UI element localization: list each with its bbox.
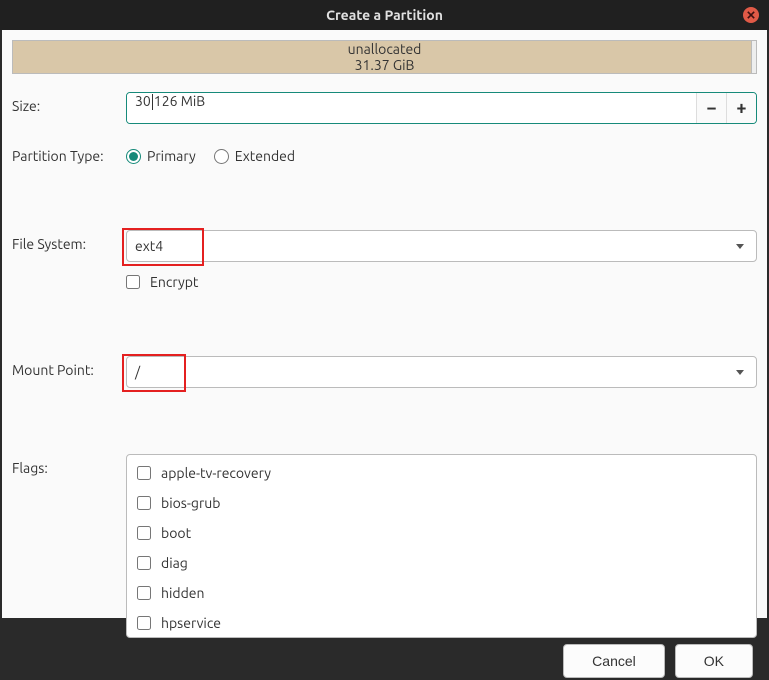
- size-label: Size:: [12, 92, 116, 114]
- chevron-down-icon: [736, 370, 744, 375]
- partition-name: unallocated: [348, 41, 422, 57]
- size-input[interactable]: 30126 MiB: [127, 93, 696, 123]
- filesystem-value: ext4: [135, 238, 736, 254]
- encrypt-label: Encrypt: [150, 274, 198, 290]
- flag-label: boot: [161, 525, 191, 541]
- filesystem-label: File System:: [12, 230, 116, 252]
- partition-preview-bar: unallocated 31.37 GiB: [12, 40, 757, 74]
- flag-checkbox[interactable]: [137, 496, 151, 510]
- flag-label: hidden: [161, 585, 205, 601]
- primary-radio-label: Primary: [147, 148, 196, 164]
- primary-radio-item[interactable]: Primary: [126, 148, 196, 164]
- flag-item[interactable]: bios-grub: [137, 495, 746, 511]
- encrypt-check-item[interactable]: Encrypt: [126, 274, 757, 290]
- close-button[interactable]: [743, 7, 759, 23]
- flag-label: apple-tv-recovery: [161, 465, 271, 481]
- ok-button[interactable]: OK: [675, 644, 753, 678]
- flag-item[interactable]: apple-tv-recovery: [137, 465, 746, 481]
- flag-label: diag: [161, 555, 188, 571]
- cancel-button[interactable]: Cancel: [563, 644, 665, 678]
- dialog-content: unallocated 31.37 GiB Size: 30126 MiB − …: [2, 30, 767, 618]
- extended-radio-item[interactable]: Extended: [214, 148, 295, 164]
- chevron-down-icon: [736, 244, 744, 249]
- extended-radio-label: Extended: [235, 148, 295, 164]
- size-increment-button[interactable]: +: [726, 93, 756, 123]
- partition-size: 31.37 GiB: [355, 57, 415, 73]
- form-grid: Size: 30126 MiB − + Partition Type: Prim…: [12, 92, 757, 638]
- flag-checkbox[interactable]: [137, 526, 151, 540]
- mountpoint-dropdown[interactable]: /: [126, 356, 757, 388]
- text-caret: [152, 94, 153, 110]
- mountpoint-value: /: [135, 364, 736, 380]
- flag-label: hpservice: [161, 615, 221, 631]
- flags-list[interactable]: apple-tv-recovery bios-grub boot diag hi…: [126, 454, 757, 638]
- dialog-window: Create a Partition unallocated 31.37 GiB…: [0, 0, 769, 620]
- filesystem-dropdown[interactable]: ext4: [126, 230, 757, 262]
- flag-item[interactable]: diag: [137, 555, 746, 571]
- primary-radio[interactable]: [126, 149, 141, 164]
- encrypt-checkbox[interactable]: [126, 275, 140, 289]
- mountpoint-label: Mount Point:: [12, 356, 116, 378]
- partition-type-label: Partition Type:: [12, 142, 116, 164]
- close-icon: [747, 11, 755, 19]
- filesystem-block: ext4 Encrypt: [126, 230, 757, 290]
- flag-label: bios-grub: [161, 495, 220, 511]
- flag-checkbox[interactable]: [137, 556, 151, 570]
- flags-label: Flags:: [12, 454, 116, 476]
- size-field[interactable]: 30126 MiB − +: [126, 92, 757, 124]
- flag-checkbox[interactable]: [137, 616, 151, 630]
- extended-radio[interactable]: [214, 149, 229, 164]
- partition-type-group: Primary Extended: [126, 142, 757, 164]
- size-decrement-button[interactable]: −: [696, 93, 726, 123]
- flag-item[interactable]: hpservice: [137, 615, 746, 631]
- titlebar: Create a Partition: [0, 0, 769, 30]
- dialog-button-row: Cancel OK: [12, 638, 757, 680]
- flag-item[interactable]: hidden: [137, 585, 746, 601]
- flag-checkbox[interactable]: [137, 586, 151, 600]
- flag-item[interactable]: boot: [137, 525, 746, 541]
- window-title: Create a Partition: [326, 7, 443, 23]
- flag-checkbox[interactable]: [137, 466, 151, 480]
